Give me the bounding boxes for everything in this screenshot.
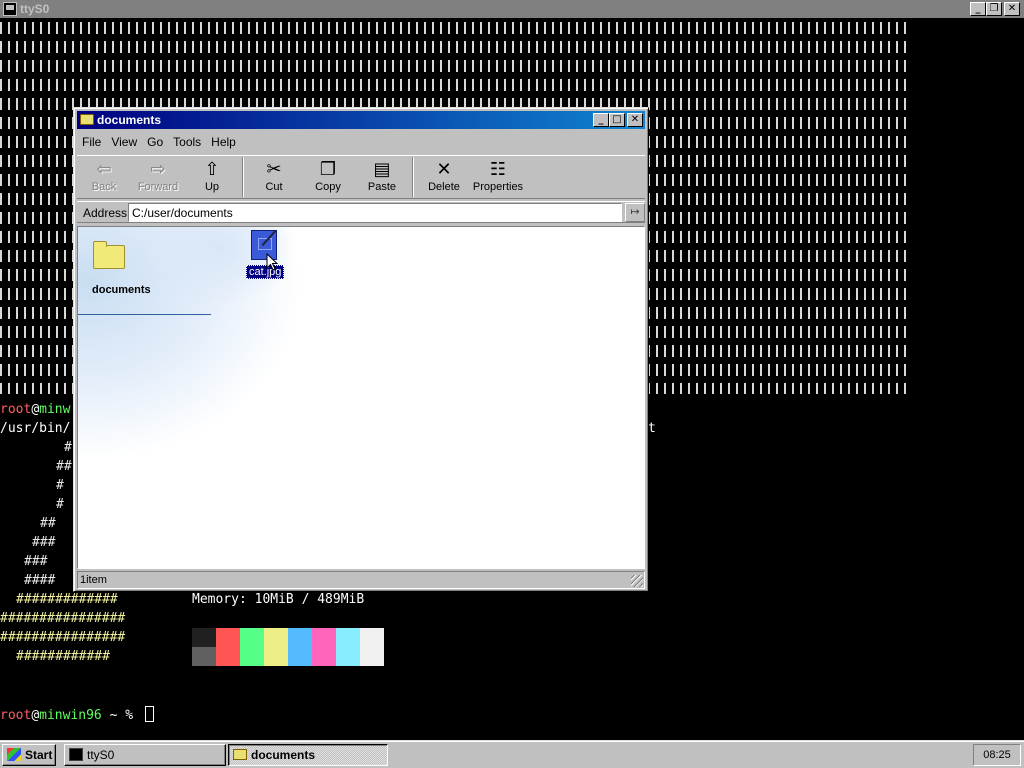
folder-up-icon: ⇧ bbox=[204, 159, 220, 180]
explorer-titlebar[interactable]: documents _ □ ✕ bbox=[77, 111, 645, 129]
logo-line: ### bbox=[32, 535, 56, 550]
terminal-minimize-button[interactable]: _ bbox=[970, 2, 986, 16]
paste-button[interactable]: ▤ Paste bbox=[355, 156, 409, 198]
forward-button[interactable]: ⇨ Forward bbox=[131, 156, 185, 198]
menu-go[interactable]: Go bbox=[142, 135, 168, 149]
logo-line: #### bbox=[24, 573, 56, 588]
toolbar-separator bbox=[412, 157, 414, 197]
status-bar: 1item bbox=[77, 571, 645, 589]
palette-swatch bbox=[336, 628, 360, 647]
terminal-title: ttyS0 bbox=[20, 2, 50, 16]
palette-swatch bbox=[288, 628, 312, 647]
explorer-maximize-button[interactable]: □ bbox=[609, 113, 625, 127]
delete-x-icon: ✕ bbox=[436, 159, 452, 180]
mouse-pointer-icon bbox=[266, 253, 279, 271]
palette-row-top bbox=[192, 628, 384, 647]
folder-view[interactable]: documents cat.jpg bbox=[77, 226, 645, 569]
menu-help[interactable]: Help bbox=[206, 135, 241, 149]
logo-line: ## bbox=[40, 516, 56, 531]
terminal-icon bbox=[69, 748, 83, 761]
address-input[interactable] bbox=[128, 203, 622, 222]
palette-swatch bbox=[312, 647, 336, 666]
folder-icon bbox=[93, 241, 125, 269]
terminal-titlebar[interactable]: ttyS0 _ ❐ ✕ bbox=[0, 0, 1024, 18]
taskbar-item-documents[interactable]: documents bbox=[228, 744, 388, 766]
terminal-path-line: /usr/bin/ bbox=[0, 421, 71, 436]
taskbar: Start ttyS0 documents 08:25 bbox=[0, 740, 1024, 768]
up-button[interactable]: ⇧ Up bbox=[185, 156, 239, 198]
palette-swatch bbox=[264, 628, 288, 647]
palette-swatch bbox=[336, 647, 360, 666]
resize-grip[interactable] bbox=[631, 575, 643, 587]
folder-icon bbox=[233, 749, 247, 760]
toolbar: ⇦ Back ⇨ Forward ⇧ Up ✂ Cut ❐ Copy ▤ Pas… bbox=[77, 155, 645, 199]
logo-line: ################ bbox=[0, 630, 126, 645]
copy-icon: ❐ bbox=[319, 159, 337, 180]
palette-swatch bbox=[192, 647, 216, 666]
explorer-caption-buttons: _ □ ✕ bbox=[593, 113, 643, 127]
windows-logo-icon bbox=[7, 748, 21, 761]
taskbar-item-ttyS0[interactable]: ttyS0 bbox=[64, 744, 226, 766]
logo-line: # bbox=[64, 440, 72, 455]
explorer-minimize-button[interactable]: _ bbox=[593, 113, 609, 127]
palette-swatch bbox=[312, 628, 336, 647]
properties-icon: ☷ bbox=[489, 159, 507, 180]
explorer-close-button[interactable]: ✕ bbox=[627, 113, 643, 127]
menu-tools[interactable]: Tools bbox=[168, 135, 206, 149]
menu-bar: File View Go Tools Help bbox=[77, 132, 645, 152]
terminal-caption-buttons: _ ❐ ✕ bbox=[970, 2, 1020, 16]
terminal-icon bbox=[3, 2, 17, 16]
go-button[interactable]: ↦ bbox=[625, 203, 645, 222]
scissors-icon: ✂ bbox=[266, 159, 282, 180]
pane-title: documents bbox=[92, 284, 151, 296]
tray-clock[interactable]: 08:25 bbox=[973, 744, 1021, 766]
color-palette bbox=[192, 628, 384, 666]
palette-swatch bbox=[240, 628, 264, 647]
palette-swatch bbox=[192, 628, 216, 647]
logo-line: ############# bbox=[16, 592, 118, 607]
terminal-trailing-char: t bbox=[648, 421, 656, 436]
palette-row-bottom bbox=[192, 647, 384, 666]
explorer-window[interactable]: documents _ □ ✕ File View Go Tools Help … bbox=[73, 107, 649, 592]
clipboard-icon: ▤ bbox=[373, 159, 391, 180]
logo-line: ## bbox=[56, 459, 72, 474]
palette-swatch bbox=[240, 647, 264, 666]
address-bar: Address ↦ bbox=[77, 201, 645, 223]
palette-swatch bbox=[264, 647, 288, 666]
address-label: Address bbox=[83, 206, 128, 220]
delete-button[interactable]: ✕ Delete bbox=[417, 156, 471, 198]
arrow-right-icon: ⇨ bbox=[150, 159, 166, 180]
palette-swatch bbox=[360, 628, 384, 647]
cut-button[interactable]: ✂ Cut bbox=[247, 156, 301, 198]
menu-file[interactable]: File bbox=[77, 135, 106, 149]
logo-line: ################ bbox=[0, 611, 126, 626]
toolbar-separator bbox=[242, 157, 244, 197]
logo-line: ### bbox=[24, 554, 48, 569]
terminal-prompt-partial: root@minw bbox=[0, 402, 71, 417]
folder-icon bbox=[80, 114, 94, 125]
terminal-restore-button[interactable]: ❐ bbox=[986, 2, 1002, 16]
explorer-title: documents bbox=[97, 113, 162, 127]
pane-divider bbox=[78, 314, 211, 315]
palette-swatch bbox=[360, 647, 384, 666]
palette-swatch bbox=[216, 647, 240, 666]
status-text: 1item bbox=[80, 574, 107, 586]
properties-button[interactable]: ☷ Properties bbox=[471, 156, 525, 198]
back-button[interactable]: ⇦ Back bbox=[77, 156, 131, 198]
copy-button[interactable]: ❐ Copy bbox=[301, 156, 355, 198]
start-button[interactable]: Start bbox=[2, 744, 56, 766]
terminal-prompt: root@minwin96 ~ % bbox=[0, 706, 154, 724]
palette-swatch bbox=[216, 628, 240, 647]
logo-line: # bbox=[56, 497, 64, 512]
logo-line: ############ bbox=[16, 649, 110, 664]
palette-swatch bbox=[288, 647, 312, 666]
terminal-close-button[interactable]: ✕ bbox=[1004, 2, 1020, 16]
logo-line: # bbox=[56, 478, 64, 493]
arrow-left-icon: ⇦ bbox=[96, 159, 112, 180]
menu-view[interactable]: View bbox=[106, 135, 142, 149]
memory-info: Memory: 10MiB / 489MiB bbox=[192, 592, 365, 607]
terminal-cursor bbox=[144, 706, 154, 722]
